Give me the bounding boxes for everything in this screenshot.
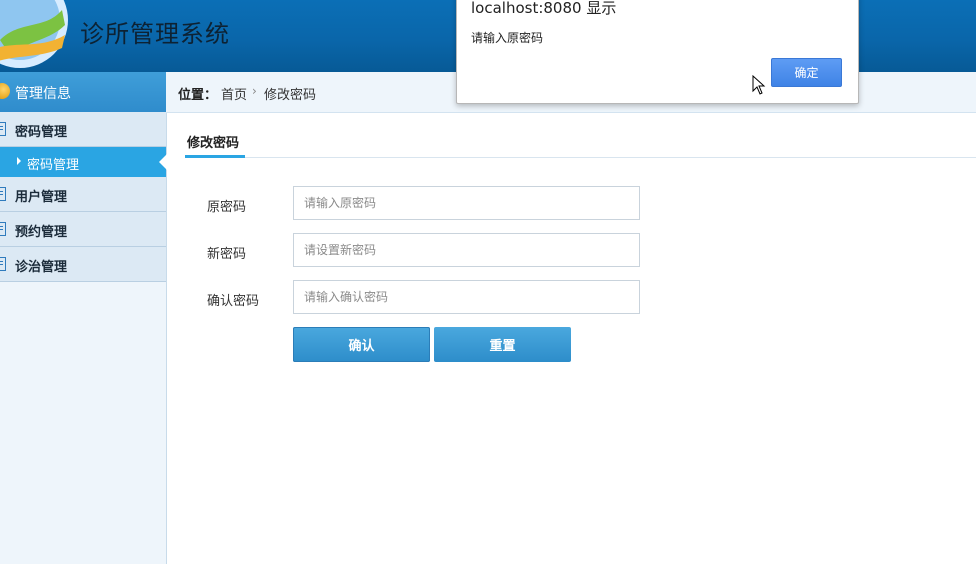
sidebar-item-label: 诊治管理 bbox=[15, 260, 68, 275]
dialog-message: 请输入原密码 bbox=[471, 31, 544, 45]
old-password-label: 原密码 bbox=[207, 200, 247, 215]
sidebar-item-label: 密码管理 bbox=[15, 125, 68, 140]
sidebar-header[interactable]: 管理信息 bbox=[0, 72, 166, 112]
sidebar-item-label: 用户管理 bbox=[15, 190, 68, 205]
sidebar-item-password[interactable]: 密码管理 bbox=[0, 112, 166, 147]
app-title: 诊所管理系统 bbox=[80, 20, 230, 48]
sidebar-item-users[interactable]: 用户管理 bbox=[0, 177, 166, 212]
tab-label: 修改密码 bbox=[187, 136, 240, 151]
list-icon bbox=[0, 222, 6, 236]
breadcrumb-home-link[interactable]: 首页 bbox=[221, 84, 247, 103]
confirm-password-label: 确认密码 bbox=[207, 294, 260, 309]
alert-dialog: localhost:8080 显示 请输入原密码 确定 bbox=[456, 0, 859, 104]
new-password-input[interactable] bbox=[293, 233, 640, 267]
sidebar-header-label: 管理信息 bbox=[15, 86, 71, 102]
breadcrumb-prefix: 位置： bbox=[178, 88, 218, 103]
dialog-ok-button[interactable]: 确定 bbox=[771, 58, 842, 87]
info-icon bbox=[0, 83, 10, 99]
active-indicator bbox=[159, 154, 167, 170]
sidebar-subitem-password[interactable]: 密码管理 bbox=[0, 147, 167, 177]
old-password-input[interactable] bbox=[293, 186, 640, 220]
tab-divider bbox=[185, 157, 976, 158]
sidebar: 管理信息 密码管理 密码管理 用户管理 预约管理 诊治管理 bbox=[0, 72, 167, 564]
breadcrumb-separator-icon: › bbox=[252, 84, 257, 98]
sidebar-item-appointments[interactable]: 预约管理 bbox=[0, 212, 166, 247]
caret-right-icon bbox=[17, 157, 21, 165]
confirm-password-input[interactable] bbox=[293, 280, 640, 314]
dialog-title: localhost:8080 显示 bbox=[471, 0, 617, 17]
list-icon bbox=[0, 187, 6, 201]
globe-logo-icon bbox=[0, 0, 68, 68]
list-icon bbox=[0, 122, 6, 136]
sidebar-subitem-label: 密码管理 bbox=[27, 158, 80, 173]
breadcrumb-current: 修改密码 bbox=[264, 88, 317, 103]
confirm-button[interactable]: 确认 bbox=[293, 327, 430, 362]
new-password-label: 新密码 bbox=[207, 247, 247, 262]
sidebar-item-treatments[interactable]: 诊治管理 bbox=[0, 247, 166, 282]
reset-button[interactable]: 重置 bbox=[434, 327, 571, 362]
list-icon bbox=[0, 257, 6, 271]
tab-change-password[interactable]: 修改密码 bbox=[185, 130, 245, 158]
mouse-cursor-icon bbox=[752, 75, 766, 95]
sidebar-item-label: 预约管理 bbox=[15, 225, 68, 240]
